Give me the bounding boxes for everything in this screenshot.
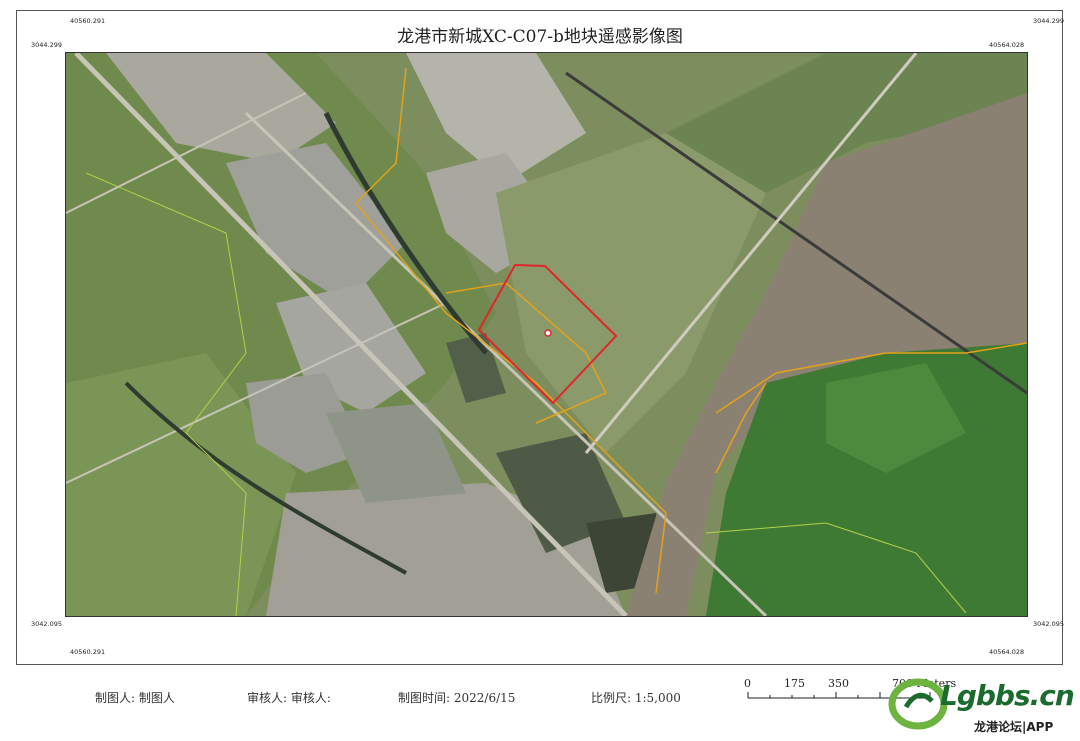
- map-title: 龙港市新城XC-C07-b地块遥感影像图: [397, 27, 683, 47]
- footer-maker: 制图人: 制图人: [95, 691, 175, 705]
- coord-top-right-x: 40564.028: [989, 41, 1025, 49]
- footer-reviewer: 审核人: 审核人:: [247, 691, 331, 705]
- logo-subtitle: 龙港论坛|APP: [974, 720, 1054, 734]
- footer-date: 制图时间: 2022/6/15: [398, 691, 516, 705]
- coord-bottom-right-x: 40564.028: [989, 648, 1025, 656]
- coord-right-bottom-y: 3042.095: [1033, 620, 1065, 628]
- scalebar-label-2: 350: [828, 677, 849, 690]
- footer-scale: 比例尺: 1:5,000: [591, 691, 681, 705]
- coord-right-top-y: 3044.299: [1033, 17, 1065, 25]
- logo-brand: Lgbbs.cn: [940, 679, 1075, 712]
- coord-left-top-y: 3044.299: [31, 41, 63, 49]
- satellite-imagery: [66, 53, 1027, 616]
- parcel-center-marker[interactable]: [544, 329, 552, 337]
- scalebar-label-0: 0: [744, 677, 751, 690]
- coord-top-left-x: 40560.291: [70, 17, 106, 25]
- coord-left-bottom-y: 3042.095: [31, 620, 63, 628]
- satellite-map[interactable]: [66, 53, 1027, 616]
- coord-bottom-left-x: 40560.291: [70, 648, 106, 656]
- scalebar-label-1: 175: [784, 677, 805, 690]
